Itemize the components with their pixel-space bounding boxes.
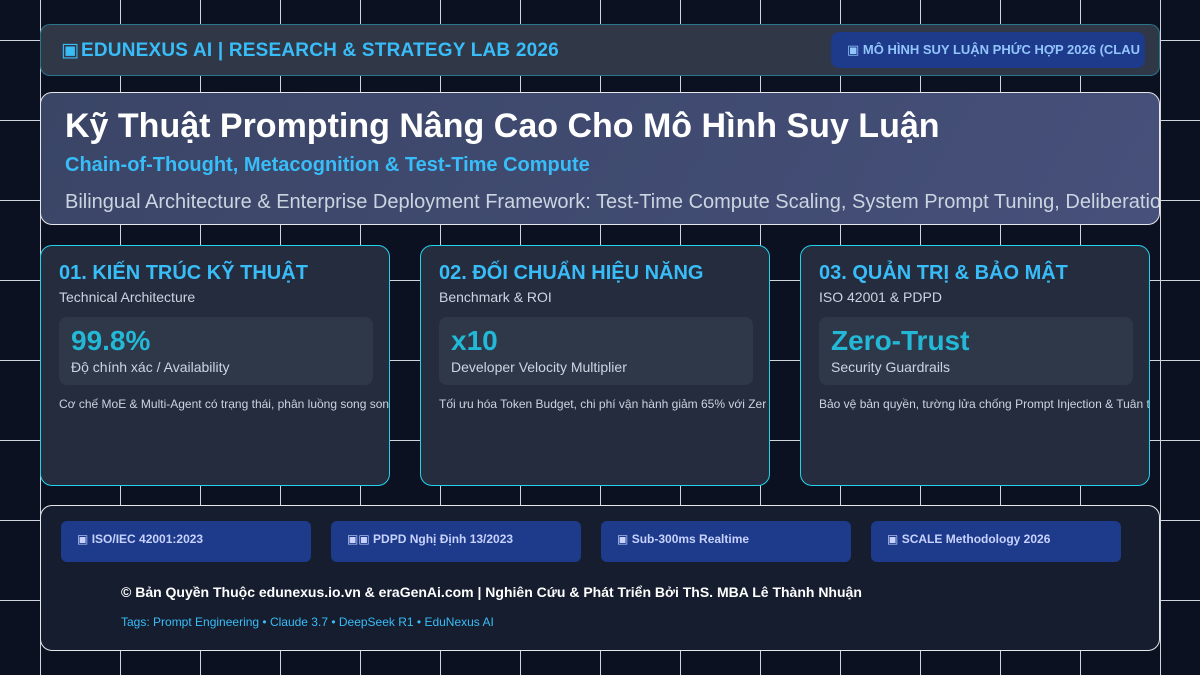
page-title: Kỹ Thuật Prompting Nâng Cao Cho Mô Hình … (65, 107, 940, 145)
card-subtitle: ISO 42001 & PDPD (819, 289, 942, 305)
badge-pdpd[interactable]: ▣▣ PDPD Nghị Định 13/2023 (331, 521, 581, 562)
metric-value: 99.8% (71, 325, 151, 356)
copyright-text: © Bản Quyền Thuộc edunexus.io.vn & eraGe… (121, 584, 862, 600)
metric-label: Độ chính xác / Availability (71, 359, 230, 375)
metric-label: Security Guardrails (831, 359, 951, 375)
page-subtitle: Chain-of-Thought, Metacognition & Test-T… (65, 154, 590, 176)
tags-text: Tags: Prompt Engineering • Claude 3.7 • … (121, 615, 494, 629)
page-description: Bilingual Architecture & Enterprise Depl… (65, 191, 1160, 213)
card-subtitle: Benchmark & ROI (439, 289, 552, 305)
badge-realtime[interactable]: ▣ Sub-300ms Realtime (601, 521, 851, 562)
top-bar: ▣EDUNEXUS AI | RESEARCH & STRATEGY LAB 2… (40, 24, 1160, 76)
badge-iso[interactable]: ▣ ISO/IEC 42001:2023 (61, 521, 311, 562)
card-subtitle: Technical Architecture (59, 289, 196, 305)
metric-box: x10 Developer Velocity Multiplier (439, 317, 753, 385)
badge-icon: ▣ (887, 532, 899, 546)
badge-icon: ▣▣ (347, 532, 370, 546)
card-benchmark: 02. ĐỐI CHUẨN HIỆU NĂNG Benchmark & ROI … (420, 245, 770, 486)
pill-text: MÔ HÌNH SUY LUẬN PHỨC HỢP 2026 (CLAU (862, 42, 1141, 57)
lab-icon: ▣ (61, 39, 80, 61)
badge-scale[interactable]: ▣ SCALE Methodology 2026 (871, 521, 1121, 562)
metric-value: Zero-Trust (831, 325, 970, 356)
card-title: 01. KIẾN TRÚC KỸ THUẬT (59, 262, 308, 284)
badge-text: ISO/IEC 42001:2023 (91, 532, 204, 546)
hero-section: Kỹ Thuật Prompting Nâng Cao Cho Mô Hình … (40, 92, 1160, 225)
card-note: Cơ chế MoE & Multi-Agent có trạng thái, … (59, 397, 390, 411)
badge-text: Sub-300ms Realtime (631, 532, 750, 546)
badge-icon: ▣ (617, 532, 629, 546)
badge-icon: ▣ (77, 532, 89, 546)
brand-text: EDUNEXUS AI | RESEARCH & STRATEGY LAB 20… (81, 39, 559, 61)
model-category-pill[interactable]: ▣ MÔ HÌNH SUY LUẬN PHỨC HỢP 2026 (CLAU (831, 32, 1145, 68)
metric-box: 99.8% Độ chính xác / Availability (59, 317, 373, 385)
card-governance-security: 03. QUẢN TRỊ & BẢO MẬT ISO 42001 & PDPD … (800, 245, 1150, 486)
metric-box: Zero-Trust Security Guardrails (819, 317, 1133, 385)
card-technical-architecture: 01. KIẾN TRÚC KỸ THUẬT Technical Archite… (40, 245, 390, 486)
footer: ▣ ISO/IEC 42001:2023 ▣▣ PDPD Nghị Định 1… (40, 505, 1160, 651)
card-title: 02. ĐỐI CHUẨN HIỆU NĂNG (439, 262, 704, 284)
card-note: Bảo vệ bản quyền, tường lửa chống Prompt… (819, 397, 1150, 411)
card-note: Tối ưu hóa Token Budget, chi phí vận hàn… (439, 397, 767, 411)
pill-icon: ▣ (847, 42, 860, 57)
card-title: 03. QUẢN TRỊ & BẢO MẬT (819, 262, 1068, 284)
brand-title: ▣EDUNEXUS AI | RESEARCH & STRATEGY LAB 2… (61, 39, 559, 62)
metric-label: Developer Velocity Multiplier (451, 359, 627, 375)
badge-text: PDPD Nghị Định 13/2023 (373, 532, 514, 546)
metric-value: x10 (451, 325, 498, 356)
badge-text: SCALE Methodology 2026 (901, 532, 1051, 546)
